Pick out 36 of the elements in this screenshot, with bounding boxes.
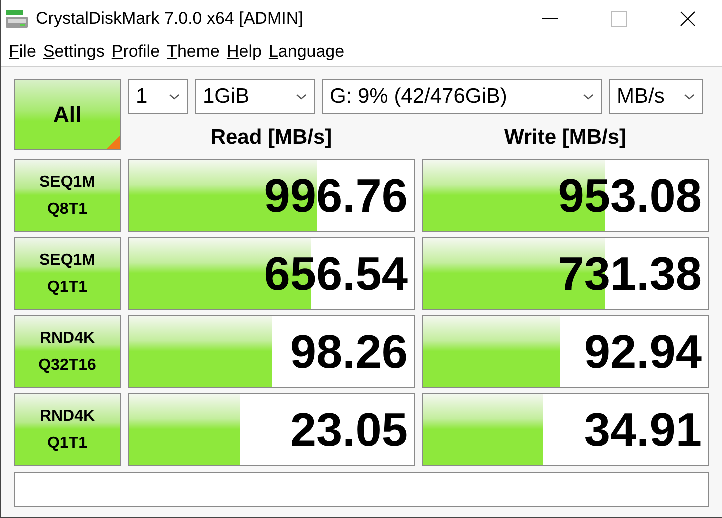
test-button[interactable]: SEQ1M Q8T1 — [14, 159, 121, 232]
result-value: 23.05 — [290, 402, 408, 458]
column-header: Read [MB/s] — [210, 125, 334, 151]
result-value: 34.91 — [584, 402, 702, 458]
test-button[interactable]: RND4K Q1T1 — [14, 393, 121, 466]
window-title: CrystalDiskMark 7.0.0 x64 [ADMIN] — [36, 8, 304, 30]
minimize-icon — [542, 18, 558, 20]
dropdown[interactable]: MB/s — [609, 79, 703, 114]
disk-drive-icon — [5, 8, 29, 30]
menu-item[interactable]: File — [9, 39, 36, 65]
result-value: 92.94 — [584, 324, 702, 380]
chevron-down-icon — [583, 94, 594, 100]
result-value: 98.26 — [290, 324, 408, 380]
dropdown[interactable]: G: 9% (42/476GiB) — [322, 79, 602, 114]
result-value: 996.76 — [264, 168, 408, 224]
menu-item[interactable]: Profile — [112, 39, 160, 65]
menu-item[interactable]: Theme — [167, 39, 220, 65]
menu-item[interactable]: Settings — [43, 39, 105, 65]
result-value: 731.38 — [558, 246, 702, 302]
corner-triangle-icon — [107, 136, 120, 149]
chevron-down-icon — [296, 94, 307, 100]
dropdown[interactable]: 1GiB — [195, 79, 315, 114]
close-icon — [680, 11, 696, 27]
menu-item[interactable]: Language — [268, 39, 345, 65]
maximize-icon — [610, 11, 626, 27]
chevron-down-icon — [684, 94, 695, 100]
test-button[interactable]: SEQ1M Q1T1 — [14, 237, 121, 310]
result-value: 953.08 — [558, 168, 702, 224]
result-value: 656.54 — [264, 246, 408, 302]
run-all-button[interactable]: All — [14, 79, 121, 150]
chevron-down-icon — [169, 94, 180, 100]
dropdown[interactable]: 1 — [128, 79, 188, 114]
menu-item[interactable]: Help — [226, 39, 262, 65]
column-header: Write [MB/s] — [503, 125, 628, 151]
comment-field[interactable] — [14, 472, 709, 507]
test-button[interactable]: RND4K Q32T16 — [14, 315, 121, 388]
